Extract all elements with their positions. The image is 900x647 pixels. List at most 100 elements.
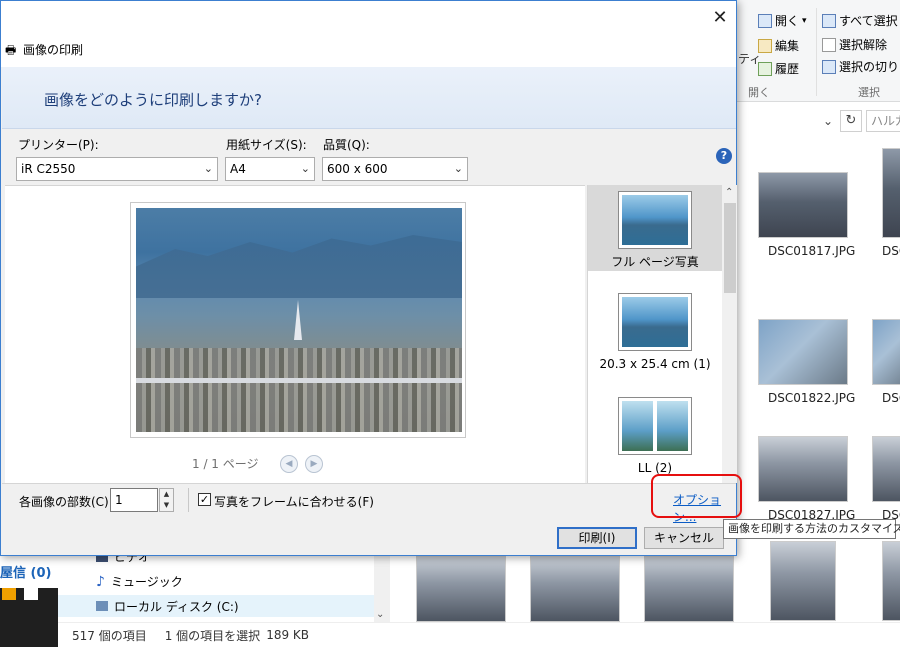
- print-preview-area: [5, 185, 585, 483]
- next-page-icon[interactable]: ▶: [305, 455, 323, 473]
- address-history-dropdown[interactable]: ⌄: [818, 110, 838, 132]
- ribbon-group-open: 開く: [748, 86, 770, 99]
- layout-label: LL (2): [637, 461, 673, 475]
- layout-preview: [622, 297, 688, 347]
- paper-size-select[interactable]: A4 ⌄: [225, 157, 315, 181]
- ribbon-group-select: 選択: [858, 86, 880, 99]
- fit-to-frame-label[interactable]: 写真をフレームに合わせる(F): [214, 493, 374, 510]
- help-icon[interactable]: ?: [716, 148, 732, 164]
- stepper-up-icon[interactable]: ▲: [164, 490, 169, 498]
- chevron-down-icon: ⌄: [203, 162, 213, 175]
- layout-thumbnail: [618, 191, 692, 249]
- print-pictures-dialog: 🖶 画像の印刷 ✕ 画像をどのように印刷しますか? プリンター(P): iR C…: [0, 0, 737, 556]
- layout-preview: [622, 401, 653, 451]
- copies-label: 各画像の部数(C):: [19, 495, 113, 509]
- thumbnail-image[interactable]: [530, 556, 620, 622]
- divider: [188, 488, 189, 512]
- close-icon[interactable]: ✕: [703, 5, 737, 31]
- deselect-button[interactable]: 選択解除: [822, 36, 887, 53]
- ribbon-separator: [816, 8, 817, 96]
- thumbnail-label[interactable]: DSC: [882, 244, 900, 258]
- selected-count: 1 個の項目を選択: [164, 628, 261, 643]
- copies-input[interactable]: 1: [110, 488, 158, 512]
- layout-label: フル ページ写真: [611, 255, 699, 269]
- layout-scrollbar[interactable]: ⌃: [722, 185, 737, 483]
- layout-label: 20.3 x 25.4 cm (1): [599, 357, 711, 371]
- thumbnail-image[interactable]: [872, 319, 900, 385]
- dialog-heading: 画像をどのように印刷しますか?: [44, 91, 262, 109]
- nav-item-music[interactable]: ♪ ミュージック: [96, 573, 183, 590]
- refresh-icon[interactable]: ↻: [840, 110, 862, 132]
- photo-road: [136, 378, 462, 383]
- layout-item-full-page[interactable]: フル ページ写真: [588, 185, 722, 271]
- edit-icon: [758, 38, 772, 53]
- thumbnail-label[interactable]: DSC: [882, 391, 900, 405]
- edit-label: 編集: [775, 39, 800, 53]
- quality-select[interactable]: 600 x 600 ⌄: [322, 157, 468, 181]
- previous-page-icon[interactable]: ◀: [280, 455, 298, 473]
- cancel-button[interactable]: キャンセル: [644, 527, 724, 549]
- edit-button[interactable]: 編集: [758, 37, 799, 54]
- thumbnail-image[interactable]: [758, 172, 848, 238]
- scrollbar-thumb[interactable]: [724, 203, 736, 293]
- thumbnail-image[interactable]: [416, 556, 506, 622]
- invert-selection-icon: [822, 59, 836, 74]
- layout-item-20x25[interactable]: 20.3 x 25.4 cm (1): [588, 293, 722, 373]
- printer-icon: 🖶: [5, 43, 17, 57]
- thumbnail-label[interactable]: DSC01822.JPG: [768, 391, 855, 405]
- select-all-icon: [822, 13, 836, 28]
- invert-selection-button[interactable]: 選択の切り: [822, 58, 899, 75]
- dialog-title: 画像の印刷: [23, 43, 84, 57]
- stepper-down-icon[interactable]: ▼: [164, 501, 169, 509]
- ribbon: ティ 開く ▾ 編集 履歴 開く すべて選択 選択解除 選択の切り 選択: [736, 0, 900, 102]
- copies-stepper[interactable]: ▲ ▼: [159, 488, 174, 512]
- history-label: 履歴: [775, 62, 800, 76]
- print-button[interactable]: 印刷(I): [557, 527, 637, 549]
- select-all-button[interactable]: すべて選択: [822, 12, 898, 29]
- history-icon: [758, 61, 772, 76]
- deselect-label: 選択解除: [839, 38, 888, 52]
- mail-icon[interactable]: [24, 588, 38, 600]
- deselect-icon: [822, 37, 836, 52]
- layout-thumbnail: [618, 397, 692, 455]
- search-box[interactable]: ハルカ: [866, 110, 900, 132]
- music-icon: ♪: [96, 573, 105, 590]
- scroll-up-icon[interactable]: ⌃: [725, 187, 733, 198]
- selected-size: 189 KB: [266, 628, 310, 642]
- thumbnail-image[interactable]: [882, 148, 900, 238]
- thumbnail-image[interactable]: [758, 436, 848, 502]
- paper-size-value: A4: [230, 162, 246, 176]
- quality-label: 品質(Q):: [323, 138, 370, 152]
- thumbnail-image[interactable]: [644, 556, 734, 622]
- left-fragment-text: 屋信 (0): [0, 566, 52, 581]
- printer-label: プリンター(P):: [18, 138, 99, 152]
- quality-value: 600 x 600: [327, 162, 388, 176]
- open-button[interactable]: 開く ▾: [758, 12, 807, 29]
- thumbnail-image[interactable]: [758, 319, 848, 385]
- photo-city: [136, 348, 462, 432]
- taskbar-fragment: [0, 588, 58, 647]
- thumbnail-label[interactable]: DSC01817.JPG: [768, 244, 855, 258]
- thumbnail-image[interactable]: [872, 436, 900, 502]
- photo-mountains: [136, 235, 462, 298]
- layout-preview: [657, 401, 688, 451]
- thumbnail-image[interactable]: [882, 541, 900, 621]
- app-icon[interactable]: [2, 588, 16, 600]
- item-count: 517 個の項目: [72, 628, 147, 643]
- navigation-pane: ビデオ ♪ ミュージック ローカル ディスク (C:) ⌄: [58, 548, 390, 622]
- thumbnail-image[interactable]: [770, 541, 836, 621]
- chevron-down-icon: ⌄: [300, 162, 310, 175]
- history-button[interactable]: 履歴: [758, 60, 799, 77]
- fit-to-frame-checkbox[interactable]: ✓: [198, 493, 211, 506]
- scroll-down-icon[interactable]: ⌄: [376, 609, 384, 620]
- layout-preview: [622, 195, 688, 245]
- open-icon: [758, 13, 772, 28]
- printer-select[interactable]: iR C2550 ⌄: [16, 157, 218, 181]
- nav-item-local-disk[interactable]: ローカル ディスク (C:): [58, 595, 376, 617]
- address-bar-area: ⌄ ↻ ハルカ: [736, 108, 900, 134]
- nav-scrollbar[interactable]: ⌄: [374, 548, 390, 622]
- options-tooltip: 画像を印刷する方法のカスタマイズ: [723, 519, 900, 539]
- invert-selection-label: 選択の切り: [839, 60, 900, 74]
- nav-item-label: ローカル ディスク (C:): [114, 599, 239, 614]
- layout-item-ll[interactable]: LL (2): [588, 397, 722, 483]
